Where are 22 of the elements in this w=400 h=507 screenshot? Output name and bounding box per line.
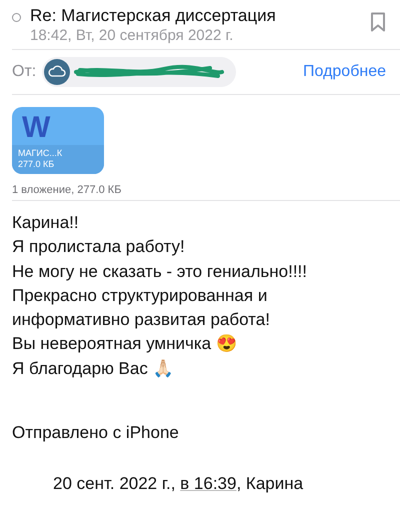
bookmark-icon[interactable] (370, 12, 386, 32)
message-line: Я пролистала работу! (12, 236, 186, 258)
message-line: Вы невероятная умничка 😍 (12, 333, 238, 356)
message-line: Прекрасно структурированная и (12, 284, 268, 307)
message-line: Не могу не сказать - это гениально!!!! (12, 260, 308, 283)
email-subject: Re: Магистерская диссертация (30, 6, 277, 26)
message-line: информативно развитая работа! (12, 309, 271, 332)
attachment-name: МАГИС...К (18, 148, 64, 159)
email-date: 18:42, Вт, 20 сентября 2022 г. (30, 26, 234, 46)
message-line: Я благодарю Вас 🙏🏻 (12, 358, 175, 380)
message-line: Карина!! (12, 212, 80, 234)
attachment-summary: 1 вложение, 277.0 КБ (12, 184, 122, 196)
time-link[interactable]: в 16:39 (180, 474, 236, 494)
attachment-tile[interactable]: W МАГИС...К 277.0 КБ (12, 107, 104, 174)
sender-chip[interactable] (42, 57, 236, 87)
quote-header: 20 сент. 2022 г., в 16:39, Карина (52, 473, 304, 496)
word-file-icon: W (22, 113, 50, 143)
details-link[interactable]: Подробнее (303, 63, 386, 81)
cloud-avatar-icon (44, 59, 70, 85)
signature: Отправлено с iPhone (11, 422, 180, 444)
attachment-size: 277.0 КБ (18, 159, 56, 170)
from-label: От: (12, 63, 36, 81)
